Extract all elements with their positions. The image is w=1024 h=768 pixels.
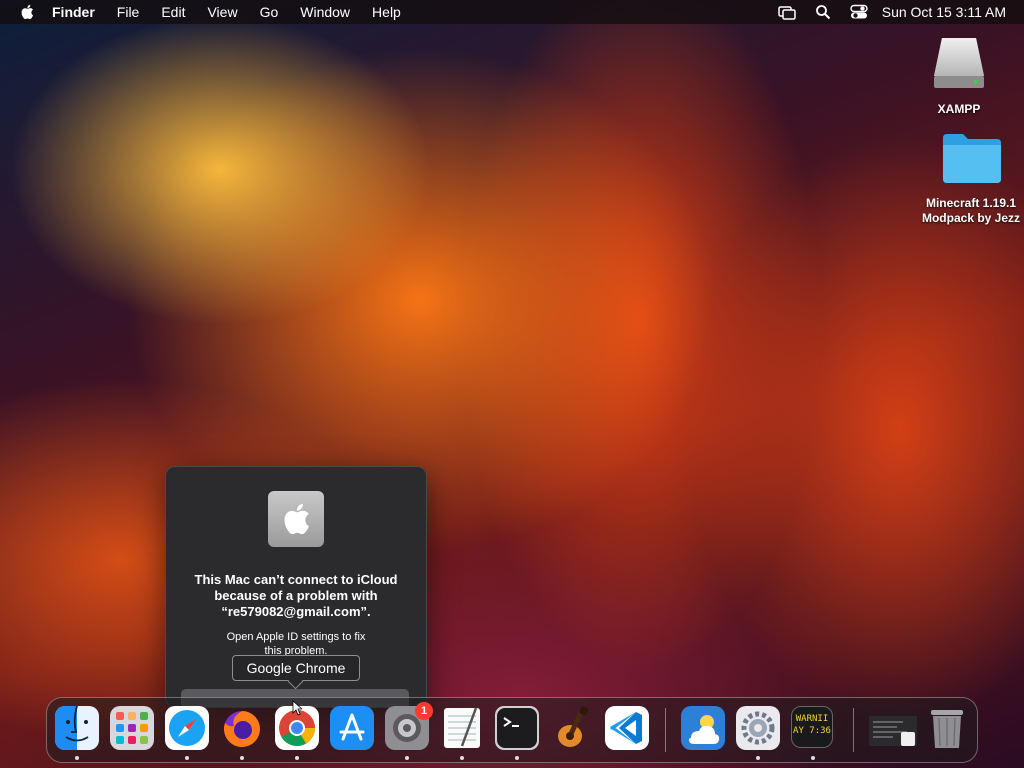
dock-trash-icon[interactable] [925, 706, 969, 750]
dock-separator [853, 708, 854, 752]
desktop-icon-minecraft-folder[interactable]: Minecraft 1.19.1 Modpack by Jezz [912, 130, 1024, 226]
apple-logo-icon [268, 491, 324, 547]
dock-running-indicator [405, 756, 409, 760]
dock-safari-icon[interactable] [165, 706, 209, 750]
notification-body-line1: Open Apple ID settings to fix [226, 631, 366, 643]
dock-finder-icon[interactable] [55, 705, 99, 750]
dock-running-indicator [240, 756, 244, 760]
dock-separator [665, 708, 666, 752]
dock-firefox-icon[interactable] [220, 706, 264, 750]
control-center-icon[interactable] [850, 3, 868, 21]
dock-document-stack-icon[interactable] [867, 706, 917, 750]
dock-system-preferences-icon[interactable] [736, 706, 780, 750]
dock-running-indicator [515, 756, 519, 760]
dock-textedit-icon[interactable] [440, 706, 484, 750]
menu-view[interactable]: View [207, 0, 237, 24]
dock-vscode-icon[interactable] [605, 706, 649, 750]
menu-app-name[interactable]: Finder [52, 0, 95, 24]
dock-garageband-icon[interactable] [550, 706, 594, 750]
desktop-icon-xampp[interactable]: XAMPP [920, 34, 998, 116]
menu-help[interactable]: Help [372, 0, 401, 24]
notification-title-line2: because of a problem with [214, 588, 378, 603]
desktop-icon-label-line1: Minecraft 1.19.1 [925, 196, 1017, 210]
dock-launchpad-icon[interactable] [110, 706, 154, 750]
mouse-cursor-icon [292, 700, 302, 716]
screen-mirroring-icon[interactable] [777, 3, 796, 21]
desktop-icon-label: XAMPP [937, 102, 981, 116]
menu-go[interactable]: Go [260, 0, 279, 24]
desktop-wallpaper [0, 0, 1024, 768]
dock-console-icon[interactable]: WARNII AY 7:36 [791, 706, 833, 748]
dock: 1 WARNII AY 7:36 [46, 697, 978, 763]
search-icon[interactable] [814, 3, 832, 21]
dock-weather-icon[interactable] [681, 706, 725, 750]
notification-title-line3: “re579082@gmail.com”. [221, 604, 371, 619]
dock-terminal-icon[interactable] [495, 706, 539, 750]
dock-running-indicator [75, 756, 79, 760]
drive-icon [930, 34, 988, 90]
dock-running-indicator [295, 756, 299, 760]
console-icon-text-line1: WARNII [795, 714, 829, 724]
menu-file[interactable]: File [117, 0, 140, 24]
menu-bar: Finder File Edit View Go Window Help Sun… [0, 0, 1024, 24]
notification-body: Open Apple ID settings to fix this probl… [206, 630, 386, 656]
dock-app-store-icon[interactable] [330, 706, 374, 750]
console-icon-text-line2: AY 7:36 [793, 726, 831, 736]
apple-menu-icon[interactable] [20, 4, 34, 20]
notification-badge: 1 [415, 702, 433, 720]
dock-running-indicator [756, 756, 760, 760]
notification-title: This Mac can’t connect to iCloud because… [184, 572, 408, 620]
dock-running-indicator [811, 756, 815, 760]
dock-running-indicator [460, 756, 464, 760]
menu-window[interactable]: Window [300, 0, 350, 24]
menu-clock[interactable]: Sun Oct 15 3:11 AM [882, 4, 1006, 20]
dock-tooltip: Google Chrome [232, 655, 360, 681]
menu-edit[interactable]: Edit [161, 0, 185, 24]
desktop-icon-label-line2: Modpack by Jezz [921, 211, 1021, 225]
notification-title-line1: This Mac can’t connect to iCloud [194, 572, 398, 587]
folder-icon [941, 130, 1001, 183]
dock-running-indicator [185, 756, 189, 760]
